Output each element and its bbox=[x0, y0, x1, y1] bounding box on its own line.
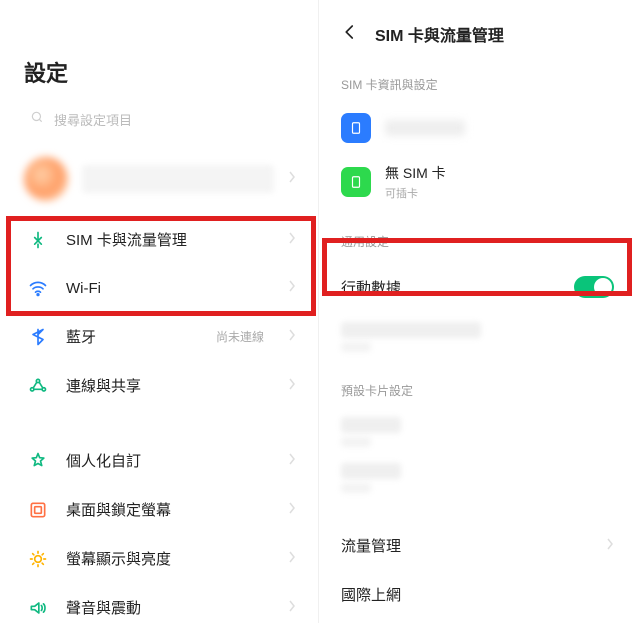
mobile-data-toggle[interactable] bbox=[574, 276, 614, 298]
sound-icon bbox=[28, 598, 48, 618]
menu-label: 個人化自訂 bbox=[66, 450, 270, 471]
menu-label: 螢幕顯示與亮度 bbox=[66, 548, 270, 569]
chevron-right-icon bbox=[288, 328, 296, 346]
section-label-default: 預設卡片設定 bbox=[319, 360, 636, 409]
brightness-icon bbox=[28, 549, 48, 569]
menu-label: 聲音與震動 bbox=[66, 597, 270, 618]
chevron-right-icon bbox=[288, 377, 296, 395]
profile-name-blurred bbox=[82, 165, 274, 193]
back-icon[interactable] bbox=[341, 23, 359, 46]
menu-item-wifi[interactable]: Wi-Fi bbox=[0, 264, 318, 312]
menu-label: 桌面與鎖定螢幕 bbox=[66, 499, 270, 520]
menu-list: SIM 卡與流量管理 Wi-Fi 藍牙 尚未連線 連線與共享 bbox=[0, 215, 318, 632]
profile-row[interactable] bbox=[0, 143, 318, 215]
sim-subtitle: 可插卡 bbox=[385, 185, 614, 201]
chevron-right-icon bbox=[288, 231, 296, 249]
sim-slot-2[interactable]: 無 SIM 卡 可插卡 bbox=[319, 153, 636, 211]
menu-item-sim[interactable]: SIM 卡與流量管理 bbox=[0, 215, 318, 264]
page-title: 設定 bbox=[0, 0, 318, 106]
detail-header: SIM 卡與流量管理 bbox=[319, 0, 636, 54]
menu-item-bluetooth[interactable]: 藍牙 尚未連線 bbox=[0, 312, 318, 361]
search-icon bbox=[30, 110, 44, 129]
search-row[interactable]: 搜尋設定項目 bbox=[0, 106, 318, 143]
menu-item-personal[interactable]: 個人化自訂 bbox=[0, 436, 318, 485]
menu-item-tether[interactable]: 連線與共享 bbox=[0, 361, 318, 410]
menu-item-display[interactable]: 螢幕顯示與亮度 bbox=[0, 534, 318, 583]
chevron-right-icon bbox=[606, 537, 614, 555]
mobile-data-label: 行動數據 bbox=[341, 277, 574, 298]
wifi-icon bbox=[28, 278, 48, 298]
lockscreen-icon bbox=[28, 500, 48, 520]
traffic-label: 流量管理 bbox=[341, 535, 606, 556]
chevron-right-icon bbox=[288, 501, 296, 519]
menu-status: 尚未連線 bbox=[216, 328, 264, 345]
sim-title: 無 SIM 卡 bbox=[385, 163, 614, 183]
blurred-row bbox=[319, 455, 636, 501]
settings-pane: 設定 搜尋設定項目 SIM 卡與流量管理 Wi-Fi bbox=[0, 0, 318, 623]
blurred-row bbox=[319, 409, 636, 455]
avatar bbox=[24, 157, 68, 201]
sim-title-blurred bbox=[385, 120, 465, 136]
section-label-sim: SIM 卡資訊與設定 bbox=[319, 54, 636, 103]
roaming-label: 國際上網 bbox=[341, 584, 614, 605]
mobile-data-row[interactable]: 行動數據 bbox=[319, 260, 636, 314]
bluetooth-icon bbox=[28, 327, 48, 347]
chevron-right-icon bbox=[288, 550, 296, 568]
chevron-right-icon bbox=[288, 599, 296, 617]
menu-label: Wi-Fi bbox=[66, 280, 270, 297]
sim-icon bbox=[28, 230, 48, 250]
personalize-icon bbox=[28, 451, 48, 471]
sim-slot-1[interactable] bbox=[319, 103, 636, 153]
menu-label: 連線與共享 bbox=[66, 375, 270, 396]
chevron-right-icon bbox=[288, 279, 296, 297]
blurred-row bbox=[319, 314, 636, 360]
search-placeholder: 搜尋設定項目 bbox=[54, 110, 132, 129]
menu-label: 藍牙 bbox=[66, 326, 198, 347]
section-label-general: 通用設定 bbox=[319, 211, 636, 260]
chevron-right-icon bbox=[288, 452, 296, 470]
divider bbox=[0, 410, 318, 436]
sim-chip-icon bbox=[341, 113, 371, 143]
share-icon bbox=[28, 376, 48, 396]
chevron-right-icon bbox=[288, 170, 296, 188]
menu-item-lockscreen[interactable]: 桌面與鎖定螢幕 bbox=[0, 485, 318, 534]
menu-label: SIM 卡與流量管理 bbox=[66, 229, 270, 250]
traffic-management-row[interactable]: 流量管理 bbox=[319, 521, 636, 570]
detail-title: SIM 卡與流量管理 bbox=[375, 22, 504, 46]
menu-item-sound[interactable]: 聲音與震動 bbox=[0, 583, 318, 632]
sim-chip-icon bbox=[341, 167, 371, 197]
roaming-row[interactable]: 國際上網 bbox=[319, 570, 636, 619]
detail-pane: SIM 卡與流量管理 SIM 卡資訊與設定 無 SIM 卡 可插卡 通用設定 行… bbox=[318, 0, 636, 623]
